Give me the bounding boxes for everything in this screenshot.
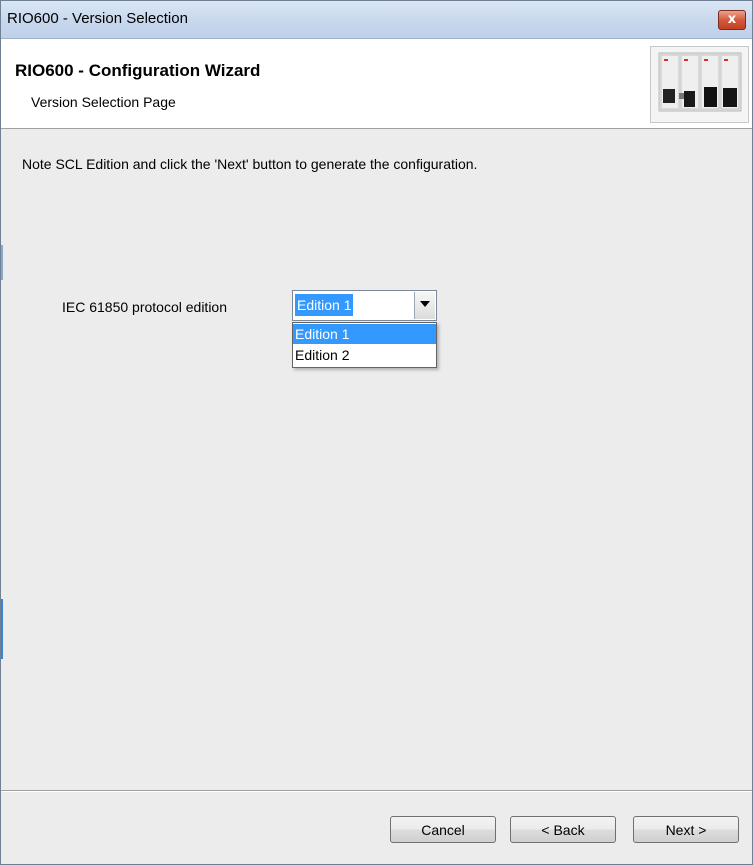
edition-option-2[interactable]: Edition 2 [293, 345, 436, 365]
edition-label: IEC 61850 protocol edition [62, 299, 227, 315]
dropdown-button[interactable] [414, 292, 435, 319]
wizard-title: RIO600 - Configuration Wizard [15, 61, 261, 80]
back-button[interactable]: < Back [510, 816, 616, 843]
footer-divider [1, 790, 752, 792]
edition-dropdown-list: Edition 1 Edition 2 [292, 322, 437, 368]
device-image [650, 46, 749, 123]
close-icon: x [727, 12, 737, 27]
edition-option-1[interactable]: Edition 1 [293, 324, 436, 344]
instruction-text: Note SCL Edition and click the 'Next' bu… [22, 156, 478, 172]
edition-select-value: Edition 1 [295, 294, 354, 316]
cancel-button[interactable]: Cancel [390, 816, 496, 843]
close-button[interactable]: x [718, 10, 746, 30]
wizard-header: RIO600 - Configuration Wizard Version Se… [1, 39, 752, 129]
page-subtitle: Version Selection Page [31, 94, 176, 110]
wizard-window: RIO600 - Version Selection x RIO600 - Co… [0, 0, 753, 865]
window-title: RIO600 - Version Selection [7, 10, 188, 27]
title-bar[interactable]: RIO600 - Version Selection x [1, 1, 752, 39]
window-edge [1, 599, 3, 659]
chevron-down-icon [420, 301, 430, 307]
window-edge [1, 245, 3, 280]
edition-select[interactable]: Edition 1 [292, 290, 437, 321]
next-button[interactable]: Next > [633, 816, 739, 843]
